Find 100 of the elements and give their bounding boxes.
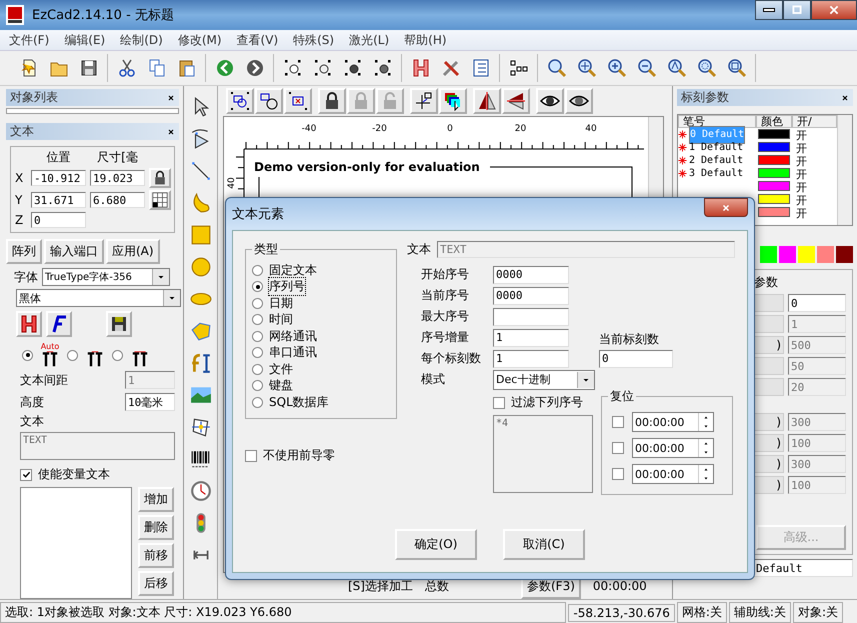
radio-button[interactable]: [252, 314, 263, 326]
color-swatch[interactable]: [836, 246, 853, 263]
radio-button[interactable]: [67, 350, 78, 360]
menu-item[interactable]: 查看(V): [230, 32, 284, 48]
radio-button[interactable]: [252, 264, 263, 276]
radio-button[interactable]: [252, 364, 263, 375]
filter-text-area[interactable]: *4: [493, 415, 593, 493]
eye-button[interactable]: [536, 88, 564, 114]
list-button[interactable]: 前移: [138, 543, 174, 568]
radio-label[interactable]: 时间: [269, 311, 293, 328]
close-button[interactable]: [704, 198, 748, 217]
radio-label[interactable]: 键盘: [269, 377, 293, 394]
menu-item[interactable]: 特殊(S): [287, 32, 340, 48]
pen-name[interactable]: 3 Default: [689, 168, 744, 179]
time-field[interactable]: 00:00:00: [632, 412, 714, 432]
radio-button[interactable]: [252, 281, 263, 292]
hatch-font-button[interactable]: [16, 311, 42, 337]
text-field[interactable]: TEXT: [437, 241, 735, 258]
font-type-select[interactable]: TrueType字体-356: [42, 268, 170, 286]
mirror-vertical-button[interactable]: [502, 88, 530, 114]
mirror-horizontal-button[interactable]: [473, 88, 501, 114]
list-button[interactable]: 删除: [138, 515, 174, 540]
radio-label[interactable]: 日期: [269, 294, 293, 312]
color-swatch[interactable]: [760, 246, 777, 263]
param-field[interactable]: 0: [788, 294, 846, 312]
checkbox[interactable]: [612, 468, 624, 480]
radio-label[interactable]: 网络通讯: [269, 328, 317, 345]
minimize-button[interactable]: [755, 0, 783, 20]
radio-label[interactable]: 固定文本: [269, 262, 317, 279]
panel-button[interactable]: 阵列: [6, 239, 42, 264]
eye-button[interactable]: [565, 88, 593, 114]
checkbox[interactable]: [612, 416, 624, 428]
checkbox[interactable]: [612, 442, 624, 454]
pen-name[interactable]: 1 Default: [689, 142, 744, 153]
radio-label[interactable]: SQL数据库: [269, 394, 329, 411]
list-button[interactable]: 后移: [138, 571, 174, 596]
radio-button[interactable]: [252, 347, 263, 358]
time-field[interactable]: 00:00:00: [632, 464, 714, 484]
size-field[interactable]: 6.680: [90, 192, 145, 208]
radio-button[interactable]: [252, 330, 263, 342]
anchor-grid-button[interactable]: [149, 190, 171, 210]
group-button[interactable]: [226, 88, 254, 114]
maximize-button[interactable]: [783, 0, 811, 20]
pen-name[interactable]: 2 Default: [689, 155, 744, 166]
delete-group-button[interactable]: [284, 88, 312, 114]
scrollbar[interactable]: [6, 108, 179, 114]
serial-field[interactable]: 0000: [493, 266, 569, 284]
mode-select[interactable]: Dec十进制: [493, 370, 595, 390]
text-area[interactable]: TEXT: [20, 432, 175, 460]
radio-button[interactable]: [252, 396, 263, 408]
serial-field[interactable]: 1: [493, 328, 569, 346]
menu-item[interactable]: 帮助(H): [398, 32, 453, 48]
position-field[interactable]: -10.912: [31, 170, 86, 186]
radio-button[interactable]: [252, 298, 263, 309]
italic-font-button[interactable]: [46, 311, 72, 337]
lock-button[interactable]: [318, 88, 346, 114]
checkbox[interactable]: [493, 396, 505, 408]
color-swatch[interactable]: [798, 246, 815, 263]
time-field[interactable]: 00:00:00: [632, 438, 714, 458]
radio-button[interactable]: [112, 350, 123, 360]
field-label: 文本: [407, 241, 431, 258]
current-count-field[interactable]: 0: [599, 350, 673, 368]
variable-list[interactable]: [20, 487, 132, 599]
color-swatch[interactable]: [817, 246, 834, 263]
menu-item[interactable]: 激光(L): [343, 32, 396, 48]
axis-label: Z: [15, 213, 24, 227]
radio-label[interactable]: 序列号: [269, 278, 305, 296]
panel-button[interactable]: 应用(A): [106, 239, 160, 264]
checkbox[interactable]: [20, 468, 32, 480]
list-button[interactable]: 增加: [138, 487, 174, 512]
save-font-button[interactable]: [106, 311, 132, 337]
menu-item[interactable]: 编辑(E): [58, 32, 112, 48]
menu-item[interactable]: 绘制(D): [114, 32, 169, 48]
radio-button[interactable]: [22, 350, 33, 360]
serial-field[interactable]: 1: [493, 350, 569, 368]
position-field[interactable]: 0: [31, 212, 86, 228]
radio-button[interactable]: [252, 380, 263, 392]
ungroup-button[interactable]: [255, 88, 283, 114]
serial-field[interactable]: [493, 308, 569, 326]
color-swatch[interactable]: [779, 246, 796, 263]
dialog-button[interactable]: 确定(O): [395, 529, 477, 560]
origin-button[interactable]: [410, 88, 438, 114]
spacing-field[interactable]: 1: [125, 371, 175, 389]
serial-field[interactable]: 0000: [493, 286, 569, 304]
font-select[interactable]: 黑体: [16, 289, 181, 307]
menu-item[interactable]: 修改(M): [172, 32, 228, 48]
size-field[interactable]: 19.023: [90, 170, 145, 186]
height-field[interactable]: 10毫米: [125, 393, 175, 411]
checkbox[interactable]: [245, 450, 257, 462]
radio-label[interactable]: 串口通讯: [269, 344, 317, 362]
position-field[interactable]: 31.671: [31, 192, 86, 208]
dialog-button[interactable]: 取消(C): [503, 529, 585, 560]
param-name-field[interactable]: Default: [753, 559, 853, 577]
menu-item[interactable]: 文件(F): [3, 32, 56, 48]
radio-label[interactable]: 文件: [269, 360, 293, 378]
color-layers-button[interactable]: [439, 88, 467, 114]
scrollbar[interactable]: [837, 115, 852, 225]
panel-button[interactable]: 输入端口: [44, 239, 104, 264]
close-button[interactable]: [811, 0, 857, 20]
lock-button[interactable]: [149, 168, 171, 188]
